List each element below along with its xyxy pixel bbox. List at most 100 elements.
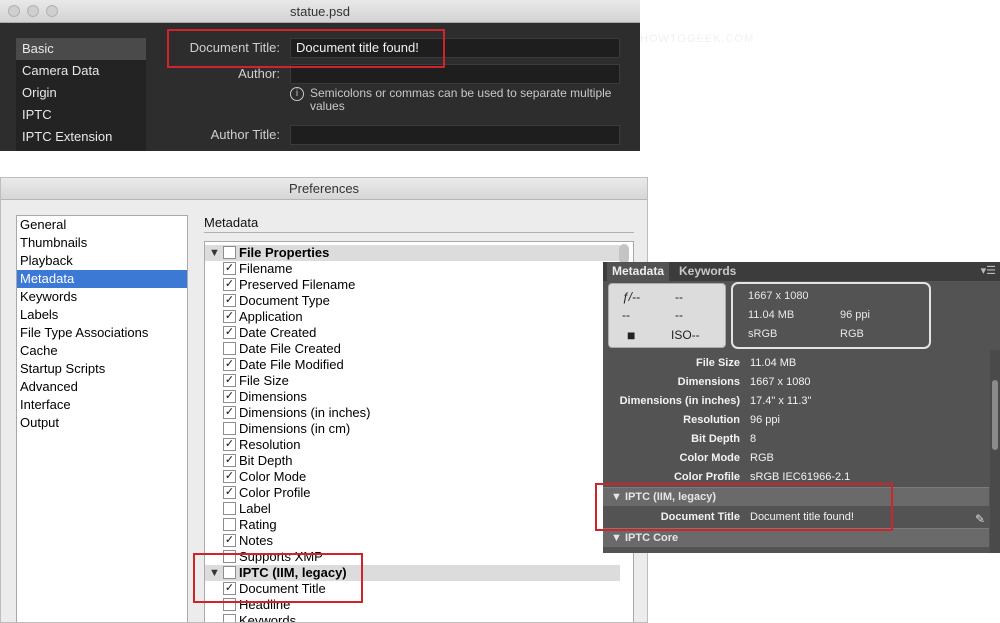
- tab-metadata[interactable]: Metadata: [607, 262, 670, 281]
- author-title-field[interactable]: [290, 125, 620, 145]
- tree-field-row[interactable]: ✓ Dimensions (in inches): [205, 405, 620, 421]
- tree-field-row[interactable]: ✓ Color Mode: [205, 469, 620, 485]
- field-checkbox[interactable]: ✓: [223, 406, 236, 419]
- tree-field-row[interactable]: ✓ Bit Depth: [205, 453, 620, 469]
- category-cache[interactable]: Cache: [17, 342, 187, 360]
- tree-field-row[interactable]: ✓ File Size: [205, 373, 620, 389]
- field-checkbox[interactable]: ✓: [223, 310, 236, 323]
- sidebar-item-basic[interactable]: Basic: [16, 38, 146, 60]
- disclosure-triangle-icon[interactable]: ▼: [209, 245, 220, 261]
- property-value: 17.4" x 11.3": [750, 395, 812, 407]
- tree-field-row[interactable]: Date File Created: [205, 341, 620, 357]
- field-checkbox[interactable]: [223, 614, 236, 622]
- sidebar-item-iptc[interactable]: IPTC: [16, 104, 146, 126]
- property-row: Dimensions (in inches) 17.4" x 11.3": [603, 392, 989, 411]
- exposure-right-value: --: [675, 308, 683, 322]
- property-value: 96 ppi: [750, 414, 780, 426]
- author-title-label: Author Title:: [210, 127, 280, 142]
- category-output[interactable]: Output: [17, 414, 187, 432]
- tree-field-row[interactable]: ✓ Date File Modified: [205, 357, 620, 373]
- watermark-text: HOWTOGEEK.COM: [640, 33, 755, 45]
- summary-size: 11.04 MB: [748, 309, 795, 321]
- minimize-window-button[interactable]: [27, 5, 39, 17]
- field-checkbox[interactable]: [223, 518, 236, 531]
- summary-mode: RGB: [840, 328, 864, 340]
- field-checkbox[interactable]: [223, 502, 236, 515]
- file-info-dialog: statue.psd Basic Camera Data Origin IPTC…: [0, 0, 640, 151]
- tree-field-row[interactable]: Keywords: [205, 613, 620, 622]
- field-label: Preserved Filename: [239, 277, 356, 292]
- tree-field-row[interactable]: ✓ Date Created: [205, 325, 620, 341]
- field-checkbox[interactable]: ✓: [223, 262, 236, 275]
- metadata-section-title: Metadata: [204, 215, 259, 230]
- tree-field-row[interactable]: ✓ Dimensions: [205, 389, 620, 405]
- property-key: Dimensions: [677, 376, 740, 388]
- property-value: RGB: [750, 452, 774, 464]
- category-file-type-associations[interactable]: File Type Associations: [17, 324, 187, 342]
- property-key: Resolution: [683, 414, 740, 426]
- category-labels[interactable]: Labels: [17, 306, 187, 324]
- property-value: 8: [750, 433, 757, 445]
- panel-menu-icon[interactable]: ▾☰: [981, 264, 996, 277]
- field-checkbox[interactable]: ✓: [223, 438, 236, 451]
- close-window-button[interactable]: [8, 5, 20, 17]
- edit-pencil-icon[interactable]: ✎: [975, 512, 985, 526]
- field-checkbox[interactable]: ✓: [223, 326, 236, 339]
- field-label: Notes: [239, 533, 273, 548]
- field-label: Color Mode: [239, 469, 307, 484]
- field-checkbox[interactable]: ✓: [223, 470, 236, 483]
- summary-dimensions: 1667 x 1080: [748, 290, 809, 302]
- category-keywords[interactable]: Keywords: [17, 288, 187, 306]
- tree-field-row[interactable]: ✓ Notes: [205, 533, 620, 549]
- field-checkbox[interactable]: ✓: [223, 486, 236, 499]
- field-label: Application: [239, 309, 303, 324]
- category-interface[interactable]: Interface: [17, 396, 187, 414]
- field-label: Document Type: [239, 293, 330, 308]
- panel-scrollbar[interactable]: [990, 350, 1000, 553]
- field-checkbox[interactable]: ✓: [223, 278, 236, 291]
- field-checkbox[interactable]: [223, 422, 236, 435]
- field-checkbox[interactable]: [223, 246, 236, 259]
- tree-scrollbar[interactable]: [619, 244, 629, 264]
- metadata-panel-tabs: Metadata Keywords ▾☰: [603, 262, 1000, 281]
- tree-field-row[interactable]: Dimensions (in cm): [205, 421, 620, 437]
- category-advanced[interactable]: Advanced: [17, 378, 187, 396]
- property-key: Dimensions (in inches): [619, 395, 740, 407]
- sidebar-item-iptc-extension[interactable]: IPTC Extension: [16, 126, 146, 148]
- property-value: 11.04 MB: [750, 357, 797, 369]
- tree-field-row[interactable]: ✓ Resolution: [205, 437, 620, 453]
- field-label: Dimensions: [239, 389, 307, 404]
- info-icon: i: [290, 87, 304, 101]
- field-checkbox[interactable]: [223, 342, 236, 355]
- category-general[interactable]: General: [17, 216, 187, 234]
- sidebar-item-camera-data[interactable]: Camera Data: [16, 60, 146, 82]
- field-label: Date File Created: [239, 341, 341, 356]
- category-startup-scripts[interactable]: Startup Scripts: [17, 360, 187, 378]
- field-checkbox[interactable]: ✓: [223, 534, 236, 547]
- field-checkbox[interactable]: ✓: [223, 294, 236, 307]
- field-label: Rating: [239, 517, 277, 532]
- tree-group-row[interactable]: ▼ File Properties: [205, 245, 620, 261]
- tree-field-row[interactable]: ✓ Preserved Filename: [205, 277, 620, 293]
- category-playback[interactable]: Playback: [17, 252, 187, 270]
- sidebar-item-origin[interactable]: Origin: [16, 82, 146, 104]
- field-checkbox[interactable]: ✓: [223, 374, 236, 387]
- zoom-window-button[interactable]: [46, 5, 58, 17]
- panel-scroll-thumb[interactable]: [992, 380, 998, 450]
- file-info-title: statue.psd: [290, 4, 350, 19]
- tree-field-row[interactable]: Label: [205, 501, 620, 517]
- tree-field-row[interactable]: ✓ Application: [205, 309, 620, 325]
- tree-field-row[interactable]: Rating: [205, 517, 620, 533]
- category-thumbnails[interactable]: Thumbnails: [17, 234, 187, 252]
- tree-field-row[interactable]: ✓ Filename: [205, 261, 620, 277]
- property-key: Color Mode: [679, 452, 741, 464]
- tab-keywords[interactable]: Keywords: [674, 262, 741, 281]
- tree-field-row[interactable]: ✓ Document Type: [205, 293, 620, 309]
- field-checkbox[interactable]: ✓: [223, 454, 236, 467]
- field-checkbox[interactable]: ✓: [223, 358, 236, 371]
- aperture-value: ƒ/--: [622, 290, 640, 304]
- tree-field-row[interactable]: ✓ Color Profile: [205, 485, 620, 501]
- category-metadata[interactable]: Metadata: [17, 270, 187, 288]
- field-checkbox[interactable]: ✓: [223, 390, 236, 403]
- window-controls: [8, 5, 58, 17]
